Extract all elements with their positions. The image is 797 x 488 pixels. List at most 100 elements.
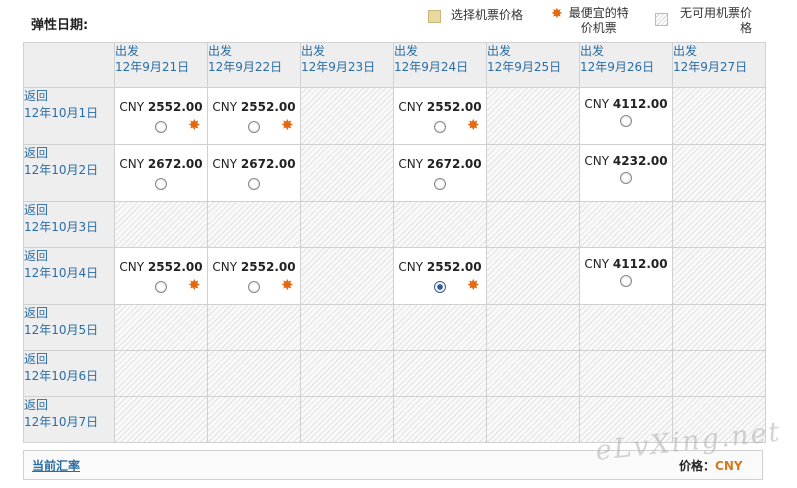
fare-controls: ✸ — [394, 276, 486, 298]
legend-cheapest-line1: 最便宜的特 — [568, 6, 629, 20]
departure-date: 12年9月24日 — [394, 60, 469, 74]
cheapest-star-icon: ✸ — [188, 116, 201, 134]
return-header[interactable]: 返回 12年10月6日 — [23, 350, 115, 397]
fare-cell[interactable]: CNY 2552.00 ✸ — [393, 87, 487, 145]
return-date: 12年10月1日 — [24, 106, 99, 120]
fare-price: CNY 2552.00 — [208, 260, 300, 274]
departure-header[interactable]: 出发 12年9月22日 — [207, 42, 301, 88]
unavailable-cell — [672, 87, 766, 145]
fare-cell[interactable]: CNY 2552.00 ✸ — [207, 247, 301, 305]
departure-header[interactable]: 出发 12年9月24日 — [393, 42, 487, 88]
legend-unavailable-line1: 无可用机票价 — [680, 6, 753, 20]
unavailable-cell — [393, 350, 487, 397]
fare-amount: 2552.00 — [426, 260, 482, 274]
unavailable-cell — [393, 201, 487, 248]
return-date: 12年10月5日 — [24, 323, 99, 337]
fare-currency: CNY — [584, 257, 610, 271]
unavailable-cell — [300, 87, 394, 145]
departure-label: 出发 — [208, 44, 233, 58]
fare-controls — [208, 173, 300, 195]
unavailable-cell — [207, 350, 301, 397]
departure-date: 12年9月22日 — [208, 60, 283, 74]
exchange-rate-link[interactable]: 当前汇率 — [32, 457, 80, 474]
legend-cheapest-label: 最便宜的特 价机票 — [569, 6, 629, 36]
unavailable-cell — [672, 201, 766, 248]
fare-radio[interactable] — [155, 178, 167, 190]
fare-radio[interactable] — [155, 281, 167, 293]
unavailable-cell — [300, 247, 394, 305]
fare-radio[interactable] — [248, 178, 260, 190]
cheapest-star-icon: ✸ — [281, 116, 294, 134]
return-header[interactable]: 返回 12年10月7日 — [23, 396, 115, 443]
fare-price: CNY 4232.00 — [580, 154, 672, 168]
legend-selected-label: 选择机票价格 — [451, 8, 524, 22]
page-title: 弹性日期: — [31, 18, 89, 33]
fare-price: CNY 2552.00 — [394, 260, 486, 274]
fare-cell[interactable]: CNY 2672.00 — [393, 144, 487, 202]
fare-currency: CNY — [398, 100, 424, 114]
return-row: 返回 12年10月4日 CNY 2552.00 ✸ CNY 2552.00 ✸ CNY 25… — [23, 247, 766, 305]
fare-radio[interactable] — [434, 178, 446, 190]
fare-controls: ✸ — [115, 276, 207, 298]
fare-amount: 4112.00 — [612, 97, 668, 111]
return-header[interactable]: 返回 12年10月5日 — [23, 304, 115, 351]
fare-radio[interactable] — [248, 281, 260, 293]
fare-radio[interactable] — [434, 281, 446, 293]
departure-header[interactable]: 出发 12年9月25日 — [486, 42, 580, 88]
return-date: 12年10月2日 — [24, 163, 99, 177]
unavailable-swatch-icon — [655, 13, 668, 26]
cheapest-star-icon: ✸ — [281, 276, 294, 294]
departure-label: 出发 — [487, 44, 512, 58]
fare-radio[interactable] — [248, 121, 260, 133]
fare-cell[interactable]: CNY 4112.00 — [579, 247, 673, 305]
fare-cell[interactable]: CNY 2552.00 ✸ — [114, 87, 208, 145]
fare-currency: CNY — [212, 100, 238, 114]
fare-cell[interactable]: CNY 2552.00 ✸ — [114, 247, 208, 305]
fare-amount: 4232.00 — [612, 154, 668, 168]
fare-amount: 2672.00 — [240, 157, 296, 171]
fare-price: CNY 2552.00 — [115, 260, 207, 274]
fare-amount: 2552.00 — [240, 100, 296, 114]
return-date: 12年10月7日 — [24, 415, 99, 429]
fare-amount: 2552.00 — [147, 260, 203, 274]
departure-date: 12年9月21日 — [115, 60, 190, 74]
cheapest-star-icon: ✸ — [467, 116, 480, 134]
unavailable-cell — [579, 304, 673, 351]
unavailable-cell — [486, 304, 580, 351]
fare-currency: CNY — [584, 154, 610, 168]
return-header[interactable]: 返回 12年10月2日 — [23, 144, 115, 202]
departure-date: 12年9月26日 — [580, 60, 655, 74]
legend-unavailable-line2: 格 — [740, 21, 753, 35]
departure-header[interactable]: 出发 12年9月23日 — [300, 42, 394, 88]
legend-cheapest-line2: 价机票 — [580, 21, 617, 35]
fare-cell[interactable]: CNY 2672.00 — [114, 144, 208, 202]
fare-radio[interactable] — [620, 172, 632, 184]
grid-corner — [23, 42, 115, 88]
return-row: 返回 12年10月5日 — [23, 304, 766, 351]
return-header[interactable]: 返回 12年10月4日 — [23, 247, 115, 305]
unavailable-cell — [393, 396, 487, 443]
fare-radio[interactable] — [620, 275, 632, 287]
departure-header[interactable]: 出发 12年9月27日 — [672, 42, 766, 88]
fare-price: CNY 2672.00 — [115, 157, 207, 171]
fare-amount: 2552.00 — [426, 100, 482, 114]
fare-cell[interactable]: CNY 4112.00 — [579, 87, 673, 145]
fare-radio[interactable] — [434, 121, 446, 133]
fare-cell[interactable]: CNY 2552.00 ✸ — [393, 247, 487, 305]
fare-radio[interactable] — [620, 115, 632, 127]
departure-header[interactable]: 出发 12年9月26日 — [579, 42, 673, 88]
fare-cell[interactable]: CNY 2552.00 ✸ — [207, 87, 301, 145]
unavailable-cell — [300, 396, 394, 443]
departure-header[interactable]: 出发 12年9月21日 — [114, 42, 208, 88]
return-row: 返回 12年10月6日 — [23, 350, 766, 397]
fare-cell[interactable]: CNY 4232.00 — [579, 144, 673, 202]
fare-radio[interactable] — [155, 121, 167, 133]
return-header[interactable]: 返回 12年10月3日 — [23, 201, 115, 248]
fare-currency: CNY — [119, 100, 145, 114]
departure-date: 12年9月25日 — [487, 60, 562, 74]
unavailable-cell — [486, 87, 580, 145]
fare-cell[interactable]: CNY 2672.00 — [207, 144, 301, 202]
fare-controls — [394, 173, 486, 195]
return-header[interactable]: 返回 12年10月1日 — [23, 87, 115, 145]
fare-price: CNY 2672.00 — [208, 157, 300, 171]
